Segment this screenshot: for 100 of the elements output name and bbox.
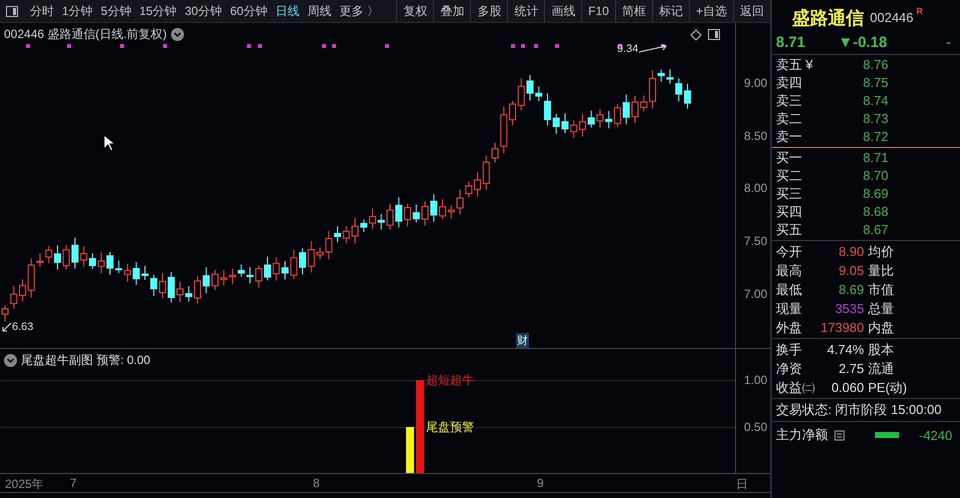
- axis-label: 7.50: [744, 234, 768, 248]
- stat-label: 今开: [776, 243, 803, 261]
- toolbar-button[interactable]: 叠加: [433, 0, 470, 22]
- stat-label: 内盘: [868, 319, 895, 337]
- stat-label: 换手: [776, 341, 803, 359]
- order-label: 买四: [776, 203, 803, 221]
- toolbar-button[interactable]: 简框: [614, 0, 652, 22]
- candlestick: [62, 244, 70, 270]
- period-tab[interactable]: 5分钟: [96, 2, 136, 20]
- period-tab[interactable]: 分时: [26, 2, 58, 20]
- dropdown-icon[interactable]: [4, 354, 17, 367]
- date-label: 7: [70, 476, 77, 490]
- candlestick: [132, 262, 140, 286]
- price-change: ▼-0.18: [838, 34, 888, 50]
- order-label: 买三: [776, 185, 803, 203]
- candlestick: [386, 203, 394, 230]
- period-tab[interactable]: 更多 〉: [335, 2, 383, 20]
- toolbar-button[interactable]: +自选: [688, 0, 733, 22]
- stat-value: 8.69: [838, 281, 864, 299]
- flow-label: 主力净额: [776, 426, 828, 444]
- candlestick: [325, 230, 332, 260]
- signal-label: 超短超牛: [426, 372, 474, 389]
- candlestick: [176, 281, 184, 303]
- candlestick: [80, 246, 88, 268]
- order-price: 8.72: [863, 128, 890, 146]
- candlestick: [412, 204, 420, 223]
- candlestick: [579, 114, 586, 137]
- period-tab[interactable]: 15分钟: [135, 2, 181, 20]
- stat-label: 外盘: [776, 319, 803, 337]
- order-label: 买五: [776, 221, 803, 239]
- panel-toggle-icon[interactable]: [708, 29, 720, 40]
- period-tab[interactable]: 30分钟: [180, 2, 226, 20]
- candlestick: [202, 266, 210, 294]
- period-tab[interactable]: 日线: [271, 2, 304, 20]
- stock-name: 盛路通信: [792, 7, 864, 30]
- change-percent: -: [946, 34, 951, 50]
- toolbar-button[interactable]: F10: [581, 0, 615, 22]
- dropdown-icon[interactable]: [170, 28, 184, 41]
- candlestick: [596, 108, 604, 128]
- leader-line: [2, 322, 12, 332]
- candlestick: [666, 68, 674, 84]
- order-label: 买二: [776, 167, 803, 185]
- candlestick: [28, 258, 35, 298]
- axis-label: 7.00: [744, 286, 768, 301]
- flow-bar: [875, 432, 899, 438]
- trade-status: 交易状态: 闭市阶段 15:00:00: [776, 402, 942, 417]
- period-tab[interactable]: 60分钟: [226, 2, 272, 20]
- order-label: 卖五 ¥: [776, 56, 814, 74]
- candlestick: [272, 256, 280, 282]
- stat-label: 收益㈡: [776, 379, 812, 397]
- candlestick: [45, 245, 52, 264]
- candlestick: [72, 237, 78, 270]
- list-icon[interactable]: [834, 430, 845, 440]
- axis-label: 1.00: [744, 373, 768, 387]
- period-tab[interactable]: 1分钟: [58, 2, 97, 20]
- diamond-icon[interactable]: [690, 29, 702, 41]
- candlestick: [474, 172, 481, 198]
- candlestick: [526, 74, 534, 102]
- candlestick: [649, 70, 656, 109]
- toolbar-button[interactable]: 统计: [507, 0, 544, 22]
- stat-value: 4.74%: [826, 341, 864, 359]
- candlestick: [212, 269, 218, 291]
- pointer-icon: [103, 134, 115, 152]
- candlestick: [115, 260, 122, 274]
- stat-label: 总量: [868, 300, 895, 318]
- high-price-label: 9.34: [617, 43, 638, 55]
- candlestick: [614, 104, 621, 128]
- candlestick: [658, 69, 665, 82]
- toolbar-button[interactable]: 标记: [652, 0, 689, 22]
- candlestick: [369, 208, 376, 230]
- toolbar-button[interactable]: 多股: [470, 0, 508, 22]
- candlestick: [570, 120, 578, 138]
- candlestick: [54, 244, 61, 270]
- candlestick: [500, 106, 508, 154]
- order-label: 卖一: [776, 128, 803, 146]
- candlestick: [89, 252, 96, 270]
- toolbar-button[interactable]: 返回: [733, 0, 770, 22]
- toolbar-button[interactable]: 复权: [396, 0, 434, 22]
- flow-value: -4240: [919, 428, 952, 442]
- candlestick: [632, 95, 638, 124]
- stock-code: 002446: [870, 10, 914, 25]
- candlestick: [456, 189, 464, 215]
- order-price: 8.73: [863, 110, 890, 128]
- candlestick: [448, 204, 455, 220]
- stat-label: 股本: [868, 341, 895, 359]
- toolbar-button[interactable]: 画线: [544, 0, 582, 22]
- candlestick: [290, 249, 298, 280]
- order-price: 8.67: [863, 221, 890, 239]
- candlestick: [588, 110, 595, 128]
- order-label: 卖二: [776, 110, 803, 128]
- date-label: 2025年: [5, 476, 44, 493]
- candlestick: [159, 272, 166, 299]
- panel-toggle-icon[interactable]: [6, 6, 18, 16]
- event-badge[interactable]: 财: [516, 333, 529, 348]
- candlestick: [622, 94, 630, 125]
- period-tab[interactable]: 周线: [303, 2, 336, 20]
- candlestick: [492, 142, 498, 163]
- order-label: 卖三: [776, 92, 803, 110]
- stat-value: 9.05: [838, 262, 864, 280]
- axis-label: 8.50: [744, 128, 768, 143]
